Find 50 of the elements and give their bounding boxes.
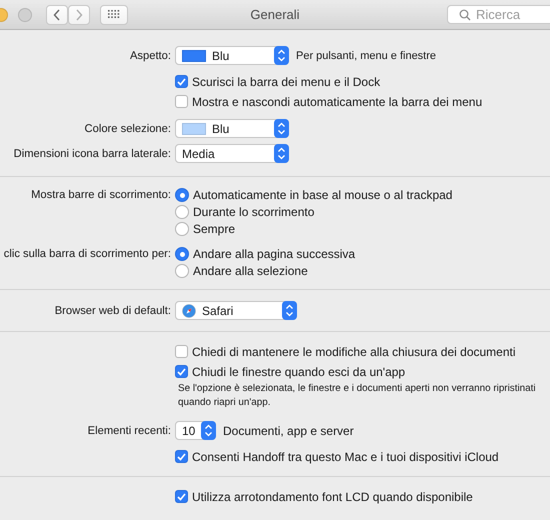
popup-note: Documenti, app e server — [223, 424, 354, 438]
back-button[interactable] — [46, 4, 68, 24]
radio-button[interactable] — [175, 205, 189, 219]
checkbox-label[interactable]: Utilizza arrotondamento font LCD quando disponibile — [192, 490, 473, 504]
window-title: Generali — [250, 7, 300, 22]
checkbox-label[interactable]: Scurisci la barra dei menu e il Dock — [192, 74, 380, 88]
popup-menu[interactable]: 10 — [175, 421, 216, 440]
setting-label: Mostra barre di scorrimento: — [31, 189, 171, 201]
radio-label[interactable]: Andare alla selezione — [193, 264, 308, 278]
stepper-icon[interactable] — [274, 46, 289, 65]
setting-label: Aspetto: — [130, 50, 171, 62]
stepper-icon[interactable] — [282, 301, 297, 320]
popup-note: Per pulsanti, menu e finestre — [296, 50, 436, 62]
checkbox-label[interactable]: Chiedi di mantenere le modifiche alla chiusura dei documenti — [192, 344, 516, 358]
radio-button[interactable] — [175, 222, 189, 236]
compass-icon — [182, 304, 196, 318]
help-text: Se l'opzione è selezionata, le finestre e i documenti aperti non verranno ripristinati quando riapri un'app. — [177, 382, 536, 410]
radio-label[interactable]: Andare alla pagina successiva — [193, 247, 356, 261]
chevron-right-icon — [75, 8, 83, 20]
radio-button[interactable] — [175, 264, 189, 278]
chevron-left-icon — [53, 8, 61, 20]
radio-label[interactable]: Sempre — [193, 222, 236, 236]
radio-button[interactable] — [175, 247, 189, 261]
checkbox-label[interactable]: Chiudi le finestre quando esci da un'app — [192, 364, 406, 378]
grid-icon — [108, 10, 120, 19]
checkbox[interactable] — [175, 365, 188, 378]
setting-label: Dimensioni icona barra laterale: — [14, 148, 171, 160]
stepper-icon[interactable] — [274, 144, 289, 163]
checkbox-label[interactable]: Consenti Handoff tra questo Mac e i tuoi dispositivi iCloud — [192, 450, 499, 464]
checkbox[interactable] — [175, 75, 188, 88]
search-field[interactable]: Ricerca — [447, 5, 550, 24]
popup-menu[interactable]: Blu — [175, 46, 289, 65]
setting-label: Browser web di default: — [54, 304, 171, 316]
radio-label[interactable]: Durante lo scorrimento — [193, 205, 314, 219]
checkbox[interactable] — [175, 490, 188, 503]
popup-menu[interactable]: Blu — [175, 119, 289, 138]
radio-button[interactable] — [175, 188, 189, 202]
setting-label: clic sulla barra di scorrimento per: — [4, 248, 171, 260]
stepper-icon[interactable] — [201, 421, 216, 440]
stepper-icon[interactable] — [274, 119, 289, 138]
popup-menu[interactable]: Media — [175, 144, 289, 163]
checkbox[interactable] — [175, 450, 188, 463]
setting-label: Colore selezione: — [84, 122, 171, 134]
grid-button[interactable] — [100, 4, 128, 24]
checkbox[interactable] — [175, 95, 188, 108]
popup-menu[interactable]: Safari — [175, 301, 297, 320]
radio-label[interactable]: Automaticamente in base al mouse o al trackpad — [193, 188, 452, 202]
checkbox[interactable] — [175, 345, 188, 358]
setting-label: Elementi recenti: — [88, 424, 171, 436]
checkbox-label[interactable]: Mostra e nascondi automaticamente la barra dei menu — [192, 94, 482, 108]
